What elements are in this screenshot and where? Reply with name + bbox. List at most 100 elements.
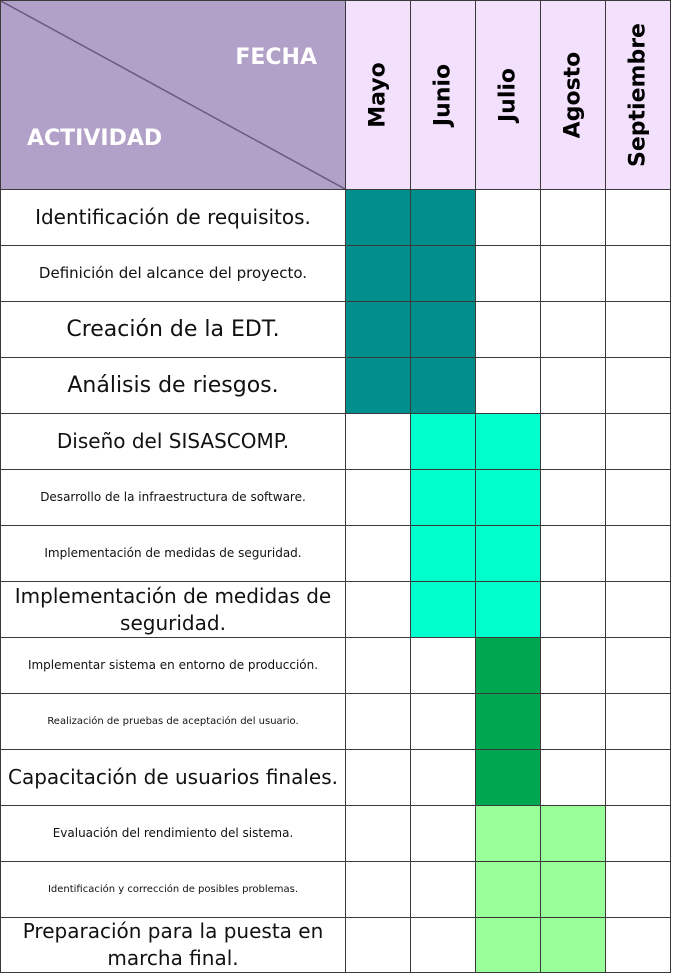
activity-row: Implementación de medidas de seguridad. [0, 525, 671, 582]
schedule-cell-empty [345, 525, 411, 582]
schedule-cell-empty [605, 469, 671, 526]
activity-row: Identificación de requisitos. [0, 189, 671, 246]
schedule-cell-active [540, 861, 606, 918]
schedule-cell-empty [605, 189, 671, 246]
schedule-cell-empty [605, 917, 671, 973]
schedule-cell-empty [410, 861, 476, 918]
activity-row: Análisis de riesgos. [0, 357, 671, 414]
actividad-label: ACTIVIDAD [27, 126, 163, 151]
month-header-agosto: Agosto [540, 0, 606, 190]
schedule-cell-empty [410, 805, 476, 862]
activity-row: Creación de la EDT. [0, 301, 671, 358]
month-header-mayo: Mayo [345, 0, 411, 190]
gantt-body: Identificación de requisitos. Definición … [0, 189, 671, 973]
activity-label: Diseño del SISASCOMP. [0, 413, 346, 470]
schedule-cell-empty [540, 525, 606, 582]
schedule-cell-empty [605, 805, 671, 862]
schedule-cell-active [540, 805, 606, 862]
schedule-cell-active [475, 637, 541, 694]
schedule-cell-empty [475, 189, 541, 246]
schedule-cell-empty [540, 189, 606, 246]
schedule-cell-active [475, 693, 541, 750]
schedule-cell-empty [345, 413, 411, 470]
schedule-cell-active [410, 469, 476, 526]
schedule-cell-empty [605, 413, 671, 470]
activity-label: Desarrollo de la infraestructura de soft… [0, 469, 346, 526]
activity-label: Definición del alcance del proyecto. [0, 245, 346, 302]
header-corner: FECHA ACTIVIDAD [0, 0, 346, 190]
schedule-cell-empty [540, 637, 606, 694]
schedule-cell-empty [540, 693, 606, 750]
schedule-cell-empty [410, 637, 476, 694]
schedule-cell-empty [345, 693, 411, 750]
schedule-cell-empty [540, 413, 606, 470]
schedule-cell-active [345, 189, 411, 246]
activity-row: Implementación de medidas de seguridad. [0, 581, 671, 638]
activity-row: Desarrollo de la infraestructura de soft… [0, 469, 671, 526]
gantt-table: FECHA ACTIVIDAD Mayo Junio Julio Agosto … [0, 0, 671, 973]
schedule-cell-active [410, 357, 476, 414]
schedule-cell-active [410, 189, 476, 246]
month-label: Junio [430, 63, 456, 127]
activity-row: Diseño del SISASCOMP. [0, 413, 671, 470]
schedule-cell-empty [345, 861, 411, 918]
schedule-cell-empty [605, 861, 671, 918]
schedule-cell-active [345, 245, 411, 302]
header-row: FECHA ACTIVIDAD Mayo Junio Julio Agosto … [0, 0, 671, 190]
activity-label: Identificación y corrección de posibles … [0, 861, 346, 918]
activity-label: Implementación de medidas de seguridad. [0, 525, 346, 582]
activity-row: Definición del alcance del proyecto. [0, 245, 671, 302]
schedule-cell-empty [475, 301, 541, 358]
schedule-cell-empty [540, 469, 606, 526]
activity-row: Realización de pruebas de aceptación del… [0, 693, 671, 750]
month-header-junio: Junio [410, 0, 476, 190]
schedule-cell-empty [605, 525, 671, 582]
activity-label: Realización de pruebas de aceptación del… [0, 693, 346, 750]
activity-label: Evaluación del rendimiento del sistema. [0, 805, 346, 862]
schedule-cell-empty [345, 917, 411, 973]
schedule-cell-empty [540, 581, 606, 638]
fecha-label: FECHA [235, 45, 317, 70]
schedule-cell-active [540, 917, 606, 973]
schedule-cell-empty [540, 749, 606, 806]
schedule-cell-empty [475, 357, 541, 414]
schedule-cell-empty [605, 749, 671, 806]
month-label: Julio [495, 67, 521, 123]
schedule-cell-empty [345, 805, 411, 862]
schedule-cell-empty [605, 581, 671, 638]
schedule-cell-empty [605, 245, 671, 302]
schedule-cell-active [410, 581, 476, 638]
activity-row: Capacitación de usuarios finales. [0, 749, 671, 806]
activity-label: Creación de la EDT. [0, 301, 346, 358]
schedule-cell-active [475, 805, 541, 862]
schedule-cell-active [475, 525, 541, 582]
schedule-cell-active [475, 917, 541, 973]
activity-label: Análisis de riesgos. [0, 357, 346, 414]
schedule-cell-active [475, 861, 541, 918]
schedule-cell-empty [345, 581, 411, 638]
month-label: Septiembre [625, 23, 651, 167]
diagonal-divider [1, 1, 345, 189]
month-label: Mayo [365, 62, 391, 128]
schedule-cell-active [345, 301, 411, 358]
schedule-cell-empty [345, 749, 411, 806]
schedule-cell-active [410, 413, 476, 470]
activity-label: Preparación para la puesta en marcha fin… [0, 917, 346, 973]
schedule-cell-empty [475, 245, 541, 302]
schedule-cell-empty [605, 693, 671, 750]
schedule-cell-active [345, 357, 411, 414]
activity-label: Capacitación de usuarios finales. [0, 749, 346, 806]
activity-label: Implementación de medidas de seguridad. [0, 581, 346, 638]
schedule-cell-empty [410, 693, 476, 750]
activity-row: Evaluación del rendimiento del sistema. [0, 805, 671, 862]
activity-label: Implementar sistema en entorno de produc… [0, 637, 346, 694]
schedule-cell-empty [540, 301, 606, 358]
schedule-cell-active [410, 301, 476, 358]
activity-row: Identificación y corrección de posibles … [0, 861, 671, 918]
month-label: Agosto [560, 51, 586, 139]
schedule-cell-active [475, 469, 541, 526]
schedule-cell-empty [540, 357, 606, 414]
schedule-cell-empty [605, 301, 671, 358]
schedule-cell-active [410, 245, 476, 302]
month-header-julio: Julio [475, 0, 541, 190]
